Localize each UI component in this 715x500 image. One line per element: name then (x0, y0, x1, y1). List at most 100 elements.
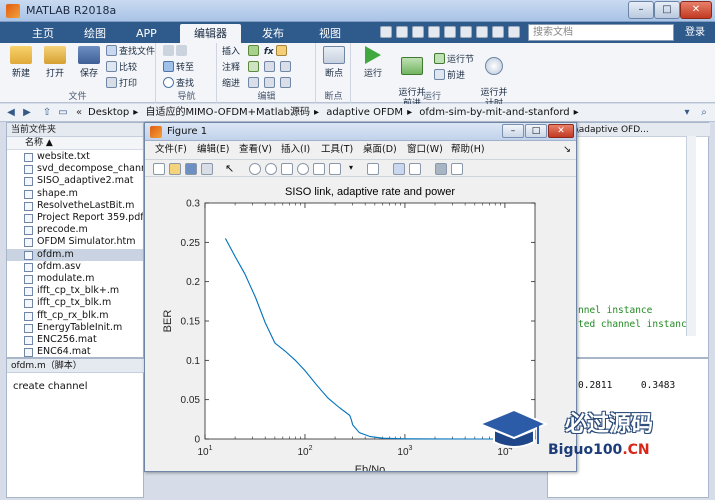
menu-insert[interactable]: 插入(I) (281, 143, 310, 157)
uncomment-icon[interactable] (279, 61, 291, 72)
file-list-item[interactable]: ofdm.m (7, 248, 143, 261)
comment-button[interactable]: 注释 (222, 61, 240, 75)
menu-view[interactable]: 查看(V) (239, 143, 272, 157)
redo-quick-icon[interactable] (460, 26, 472, 38)
link-plot-icon[interactable] (367, 163, 379, 175)
new-button[interactable]: 新建 (4, 46, 38, 88)
search-input[interactable]: 搜索文档 (528, 24, 674, 41)
help-quick-icon[interactable] (492, 26, 504, 38)
insert-button[interactable]: 插入 (222, 45, 240, 59)
show-plot-tools-icon[interactable] (451, 163, 463, 175)
plot-axes-box[interactable] (204, 202, 536, 440)
brush-icon[interactable] (329, 163, 341, 175)
tab-plots[interactable]: 绘图 (70, 24, 120, 43)
colorbar-icon[interactable] (393, 163, 405, 175)
wrap-comment-icon[interactable] (263, 61, 275, 72)
find-files-button[interactable]: 查找文件 (106, 45, 155, 59)
advance-button[interactable]: 前进 (434, 69, 465, 83)
format-icon[interactable] (276, 45, 288, 56)
data-cursor-icon[interactable] (313, 163, 325, 175)
code-line[interactable]: ted channel instance (578, 319, 692, 330)
breadcrumb-item[interactable]: ofdm-sim-by-mit-and-stanford (419, 107, 569, 118)
maximize-button[interactable]: □ (654, 1, 680, 19)
back-icon[interactable] (163, 45, 174, 56)
file-list-item[interactable]: ENC64.mat (7, 346, 143, 357)
decrease-indent-icon[interactable] (279, 77, 291, 88)
close-button[interactable]: ✕ (680, 1, 712, 19)
zoom-out-icon[interactable] (265, 163, 277, 175)
increase-indent-icon[interactable] (263, 77, 275, 88)
menu-tools[interactable]: 工具(T) (321, 143, 353, 157)
zoom-in-icon[interactable] (249, 163, 261, 175)
pan-icon[interactable] (281, 163, 293, 175)
tab-publish[interactable]: 发布 (248, 24, 298, 43)
compare-button[interactable]: 比较 (106, 61, 137, 75)
figure-minimize-button[interactable]: – (502, 124, 524, 138)
file-list-item[interactable]: svd_decompose_chann... (7, 163, 143, 175)
menu-help[interactable]: 帮助(H) (451, 143, 485, 157)
file-list-item[interactable]: ENC256.mat (7, 334, 143, 346)
breadcrumb-item[interactable]: 自适应的MIMO-OFDM+Matlab源码 (145, 107, 310, 118)
breadcrumb-item[interactable]: adaptive OFDM (326, 107, 403, 118)
run-section-button[interactable]: 运行节 (434, 53, 474, 67)
pointer-icon[interactable]: ↖ (225, 163, 237, 175)
figure-maximize-button[interactable]: □ (525, 124, 547, 138)
switch-window-icon[interactable] (476, 26, 488, 38)
smart-indent-icon[interactable] (248, 77, 259, 88)
browse-folder-icon[interactable]: ▭ (56, 106, 70, 120)
file-list-item[interactable]: OFDM Simulator.htm (7, 236, 143, 248)
figure-close-button[interactable]: ✕ (548, 124, 574, 138)
file-list-item[interactable]: SISO_adaptive2.mat (7, 175, 143, 187)
cut-quick-icon[interactable] (396, 26, 408, 38)
insert-section-icon[interactable] (248, 45, 259, 56)
menu-desktop[interactable]: 桌面(D) (363, 143, 397, 157)
menu-window[interactable]: 窗口(W) (407, 143, 443, 157)
customize-quick-icon[interactable] (508, 26, 520, 38)
login-button[interactable]: 登录 (678, 24, 712, 41)
copy-quick-icon[interactable] (412, 26, 424, 38)
open-file-icon[interactable] (169, 163, 181, 175)
run-and-advance-button[interactable]: 运行并 前进 (394, 46, 430, 109)
file-list-item[interactable]: ifft_cp_tx_blk.m (7, 297, 143, 309)
forward-icon[interactable] (176, 45, 187, 56)
back-arrow-icon[interactable]: ◀ (4, 106, 18, 120)
file-list-item[interactable]: precode.m (7, 224, 143, 236)
breakpoints-button[interactable]: 断点 (317, 46, 351, 88)
hide-plot-tools-icon[interactable] (435, 163, 447, 175)
save-quick-icon[interactable] (380, 26, 392, 38)
tab-editor[interactable]: 编辑器 (180, 24, 241, 43)
save-button[interactable]: 保存 (72, 46, 106, 88)
undo-quick-icon[interactable] (444, 26, 456, 38)
menu-dock-icon[interactable]: ↘ (563, 143, 571, 157)
new-figure-icon[interactable] (153, 163, 165, 175)
open-button[interactable]: 打开 (38, 46, 72, 88)
legend-icon[interactable] (409, 163, 421, 175)
file-list-item[interactable]: fft_cp_rx_blk.m (7, 310, 143, 322)
code-line[interactable]: nnel instance (578, 305, 652, 316)
editor-scrollbar[interactable] (686, 136, 696, 336)
file-list-item[interactable]: modulate.m (7, 273, 143, 285)
breadcrumb-item[interactable]: Desktop (88, 107, 129, 118)
fx-icon[interactable]: fx (264, 47, 274, 57)
file-list-item[interactable]: Project Report 359.pdf (7, 212, 143, 224)
run-button[interactable]: 运行 (356, 46, 390, 88)
file-list-item[interactable]: ifft_cp_tx_blk+.m (7, 285, 143, 297)
minimize-button[interactable]: – (628, 1, 654, 19)
file-list-item[interactable]: shape.m (7, 188, 143, 200)
tab-view[interactable]: 视图 (305, 24, 355, 43)
forward-arrow-icon[interactable]: ▶ (20, 106, 34, 120)
goto-button[interactable]: 转至 (163, 61, 194, 75)
paste-quick-icon[interactable] (428, 26, 440, 38)
menu-file[interactable]: 文件(F) (155, 143, 187, 157)
search-path-icon[interactable]: ⌕ (697, 106, 711, 120)
path-dropdown-icon[interactable]: ▾ (680, 106, 694, 120)
percent-comment-icon[interactable] (248, 61, 259, 72)
file-list-item[interactable]: ResolvetheLastBit.m (7, 200, 143, 212)
breadcrumb-overflow-icon[interactable]: « (72, 106, 86, 120)
print-figure-icon[interactable] (201, 163, 213, 175)
tab-apps[interactable]: APP (122, 24, 171, 43)
save-figure-icon[interactable] (185, 163, 197, 175)
up-folder-icon[interactable]: ⇧ (40, 106, 54, 120)
file-list-item[interactable]: website.txt (7, 151, 143, 163)
rotate-icon[interactable] (297, 163, 309, 175)
